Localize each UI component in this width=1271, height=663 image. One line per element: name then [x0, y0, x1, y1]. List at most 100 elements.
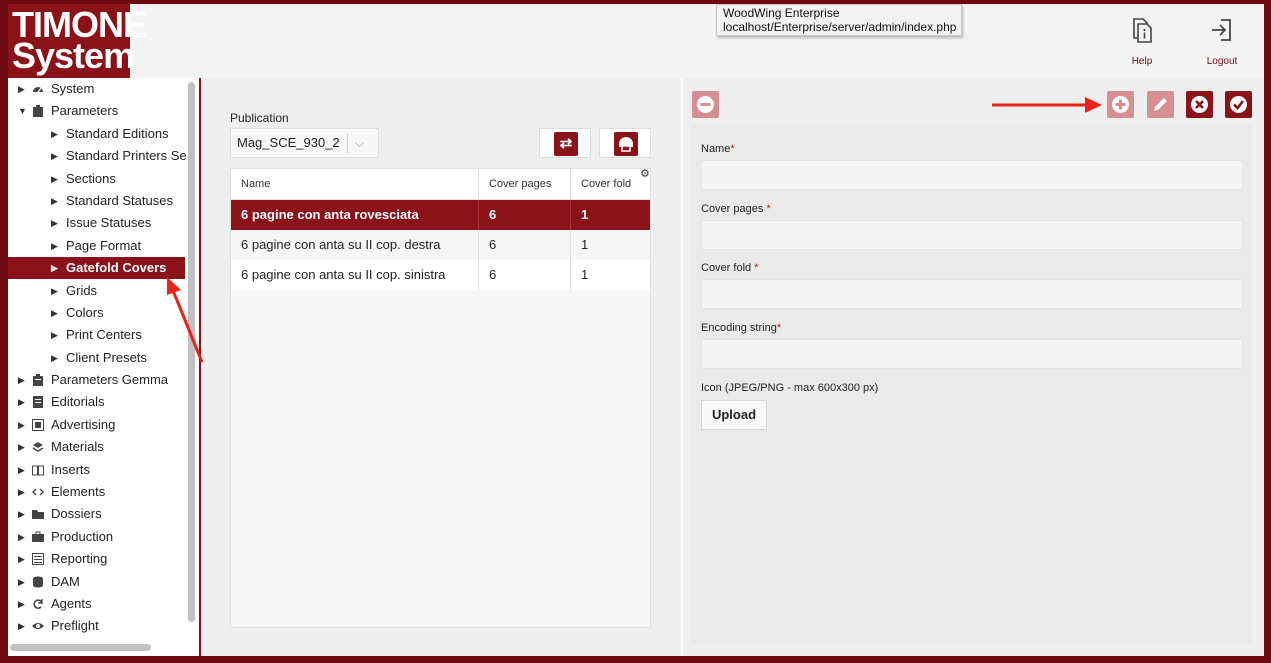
sidebar-item-parameters[interactable]: ▼ Parameters	[8, 100, 188, 122]
publication-value: Mag_SCE_930_2	[237, 135, 340, 150]
sidebar-item-label: Standard Printers Se	[66, 148, 187, 163]
required-marker: *	[766, 203, 771, 215]
sidebar: ▶ System ▼ Parameters ▶ Standard Edition…	[8, 78, 199, 656]
sidebar-item-issue-statuses[interactable]: ▶ Issue Statuses	[8, 212, 188, 234]
sidebar-item-colors[interactable]: ▶ Colors	[8, 302, 188, 324]
sidebar-item-sections[interactable]: ▶ Sections	[8, 168, 188, 190]
print-button[interactable]	[599, 128, 651, 158]
sidebar-item-label: Grids	[66, 283, 98, 298]
name-label: Name*	[701, 143, 735, 155]
cover-pages-field[interactable]	[701, 220, 1243, 250]
table-row[interactable]: 6 pagine con anta su II cop. destra 6 1	[231, 230, 650, 260]
cell-cover-pages: 6	[479, 260, 571, 290]
top-bar: TIMONE System WoodWing Enterprise localh…	[8, 4, 1264, 78]
sidebar-item-label: Gatefold Covers	[66, 260, 167, 275]
cell-cover-fold: 1	[581, 207, 589, 222]
cell-cover-pages: 6	[479, 230, 571, 260]
gatefold-table: Name Cover pages Cover fold ⚙ 6 pagine c…	[230, 168, 651, 628]
ad-icon	[32, 419, 44, 431]
sidebar-item-page-format[interactable]: ▶ Page Format	[8, 235, 188, 257]
refresh-button[interactable]: ⇄	[539, 128, 591, 158]
sidebar-item-dossiers[interactable]: ▶ Dossiers	[8, 503, 188, 525]
sidebar-item-system[interactable]: ▶ System	[8, 78, 188, 100]
sidebar-item-label: Issue Statuses	[66, 215, 152, 230]
sidebar-item-label: System	[51, 81, 95, 96]
upload-button[interactable]: Upload	[701, 400, 767, 430]
encoding-string-label: Encoding string*	[701, 322, 781, 334]
logout-button[interactable]: Logout	[1197, 16, 1247, 67]
database-icon	[33, 576, 43, 588]
cell-name: 6 pagine con anta su II cop. sinistra	[231, 260, 479, 290]
sidebar-horizontal-scrollbar[interactable]	[10, 644, 151, 651]
sidebar-item-parameters-gemma[interactable]: ▶ Parameters Gemma	[8, 369, 188, 391]
cell-name: 6 pagine con anta rovesciata	[231, 200, 479, 230]
sidebar-item-agents[interactable]: ▶ Agents	[8, 593, 188, 615]
sidebar-item-standard-printers[interactable]: ▶ Standard Printers Se	[8, 145, 188, 167]
field-label: Cover fold	[701, 262, 752, 274]
name-field[interactable]	[701, 160, 1243, 190]
table-row[interactable]: 6 pagine con anta rovesciata 6 1	[231, 200, 650, 230]
sidebar-vertical-scrollbar[interactable]	[188, 82, 195, 622]
sidebar-item-label: Parameters	[51, 103, 119, 118]
sidebar-item-label: Standard Statuses	[66, 193, 173, 208]
sidebar-item-editorials[interactable]: ▶ Editorials	[8, 391, 188, 413]
help-icon	[1133, 18, 1152, 43]
sidebar-item-inserts[interactable]: ▶ Inserts	[8, 459, 188, 481]
edit-button[interactable]	[1147, 91, 1174, 118]
sidebar-item-reporting[interactable]: ▶ Reporting	[8, 548, 188, 570]
sidebar-item-label: Materials	[51, 439, 104, 454]
sidebar-item-materials[interactable]: ▶ Materials	[8, 436, 188, 458]
cover-fold-label: Cover fold *	[701, 262, 758, 274]
caret-right-icon: ▶	[51, 218, 58, 228]
document-icon	[33, 396, 43, 408]
sidebar-item-client-presets[interactable]: ▶ Client Presets	[8, 347, 188, 369]
cancel-button[interactable]	[1186, 91, 1213, 118]
sidebar-item-label: Agents	[51, 596, 92, 611]
sidebar-item-dam[interactable]: ▶ DAM	[8, 571, 188, 593]
printer-icon	[614, 132, 638, 156]
timone-logo: TIMONE System	[8, 4, 147, 78]
cover-fold-field[interactable]	[701, 279, 1243, 309]
sidebar-item-preflight[interactable]: ▶ Preflight	[8, 615, 188, 637]
cell-cover-fold: 1	[581, 267, 589, 282]
gear-icon[interactable]: ⚙	[640, 167, 650, 180]
sidebar-item-standard-statuses[interactable]: ▶ Standard Statuses	[8, 190, 188, 212]
table-row[interactable]: 6 pagine con anta su II cop. sinistra 6 …	[231, 260, 650, 290]
column-header-name[interactable]: Name	[231, 169, 479, 200]
sidebar-item-gatefold-covers[interactable]: ▶ Gatefold Covers	[8, 257, 185, 279]
caret-right-icon: ▶	[51, 263, 58, 273]
add-button[interactable]	[1107, 91, 1134, 118]
caret-right-icon: ▶	[51, 129, 58, 139]
publication-select[interactable]: Mag_SCE_930_2 ⌵	[230, 128, 379, 158]
eye-icon	[32, 623, 44, 629]
help-button[interactable]: Help	[1117, 16, 1167, 67]
sidebar-item-label: Colors	[66, 305, 104, 320]
sidebar-item-label: Client Presets	[66, 350, 147, 365]
sidebar-item-advertising[interactable]: ▶ Advertising	[8, 414, 188, 436]
sidebar-item-label: Standard Editions	[66, 126, 169, 141]
required-marker: *	[776, 322, 782, 334]
sidebar-item-elements[interactable]: ▶ Elements	[8, 481, 188, 503]
caret-right-icon: ▶	[51, 353, 58, 363]
remove-button[interactable]	[692, 91, 719, 118]
publication-label: Publication	[230, 111, 289, 125]
sidebar-item-print-centers[interactable]: ▶ Print Centers	[8, 324, 188, 346]
sidebar-item-production[interactable]: ▶ Production	[8, 526, 188, 548]
required-marker: *	[730, 143, 735, 155]
detail-form: Name* Cover pages * Cover fold * Encodin…	[691, 124, 1252, 644]
folder-icon	[32, 510, 44, 519]
column-header-cover-pages[interactable]: Cover pages	[479, 169, 571, 200]
refresh-icon: ⇄	[554, 132, 578, 156]
sidebar-item-standard-editions[interactable]: ▶ Standard Editions	[8, 123, 188, 145]
book-icon	[32, 465, 44, 476]
sidebar-item-grids[interactable]: ▶ Grids	[8, 280, 188, 302]
layers-icon	[32, 442, 44, 452]
caret-right-icon: ▶	[18, 397, 25, 407]
caret-right-icon: ▶	[51, 174, 58, 184]
encoding-string-field[interactable]	[701, 339, 1243, 369]
caret-right-icon: ▶	[18, 532, 25, 542]
briefcase-icon	[32, 531, 44, 542]
caret-right-icon: ▶	[51, 151, 58, 161]
save-button[interactable]	[1225, 91, 1252, 118]
sidebar-item-label: Parameters Gemma	[51, 372, 169, 387]
